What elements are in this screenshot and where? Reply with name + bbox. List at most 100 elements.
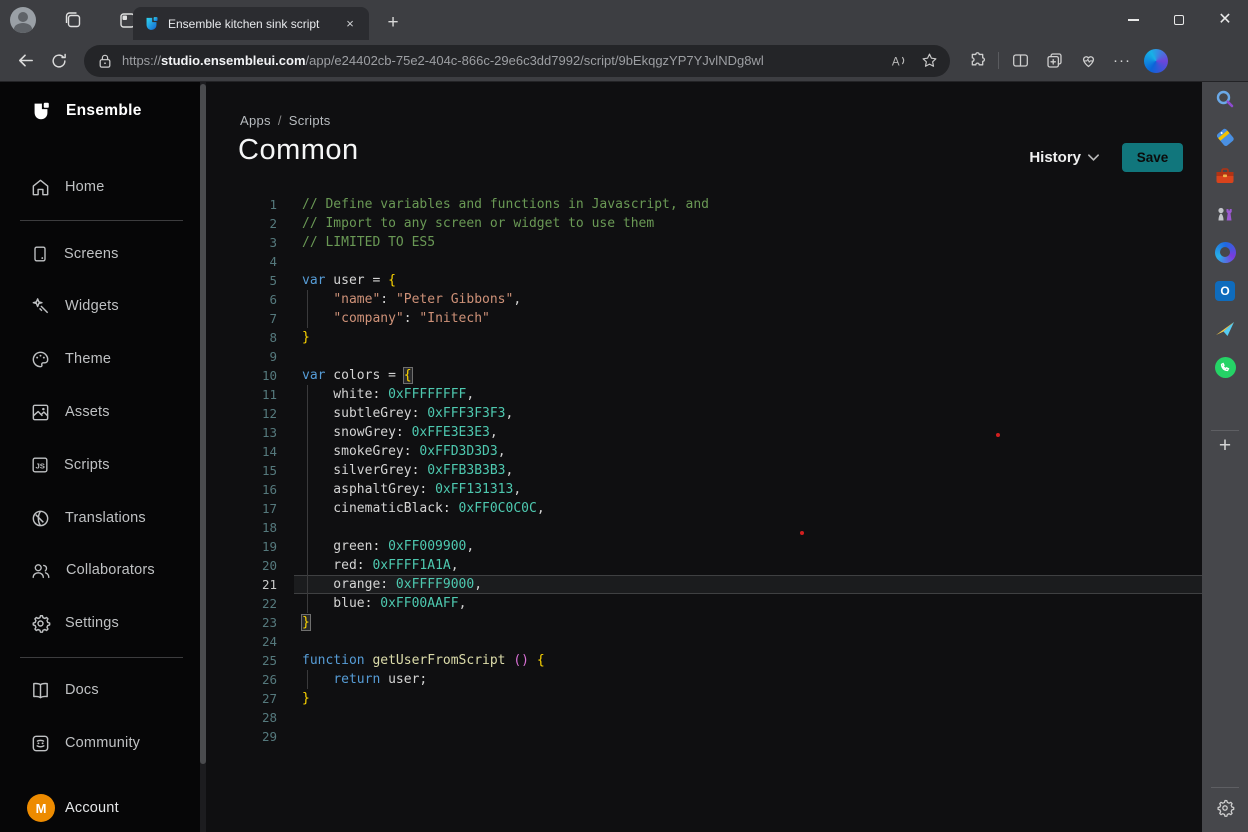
read-aloud-icon[interactable]: A: [884, 47, 914, 75]
code-line[interactable]: 9: [206, 347, 1202, 366]
sidebar-item-community[interactable]: Community: [0, 728, 200, 758]
window-maximize-button[interactable]: [1156, 0, 1202, 40]
copilot-icon[interactable]: [1139, 44, 1173, 78]
code-line-content[interactable]: // Define variables and functions in Jav…: [294, 195, 1202, 214]
sidebar-item-home[interactable]: Home: [0, 172, 200, 202]
sidebar-item-settings[interactable]: Settings: [0, 608, 200, 638]
code-line-content[interactable]: orange: 0xFFFF9000,: [294, 575, 1202, 594]
back-icon[interactable]: [8, 44, 42, 78]
code-line[interactable]: 6 "name": "Peter Gibbons",: [206, 290, 1202, 309]
code-line[interactable]: 23}: [206, 613, 1202, 632]
microsoft-365-icon[interactable]: [1213, 240, 1237, 264]
code-line[interactable]: 1// Define variables and functions in Ja…: [206, 195, 1202, 214]
code-line-content[interactable]: asphaltGrey: 0xFF131313,: [294, 480, 1202, 499]
breadcrumb-apps[interactable]: Apps: [240, 113, 271, 128]
sidebar-item-widgets[interactable]: Widgets: [0, 291, 200, 321]
url-text[interactable]: https://studio.ensembleui.com/app/e24402…: [122, 53, 884, 68]
outlook-icon[interactable]: O: [1213, 279, 1237, 303]
code-line[interactable]: 19 green: 0xFF009900,: [206, 537, 1202, 556]
add-sidebar-item-icon[interactable]: +: [1213, 434, 1237, 458]
workspaces-icon[interactable]: [56, 3, 90, 37]
code-editor[interactable]: 1// Define variables and functions in Ja…: [206, 195, 1202, 746]
split-screen-icon[interactable]: [1003, 44, 1037, 78]
designer-icon[interactable]: [1213, 317, 1237, 341]
code-line-content[interactable]: silverGrey: 0xFFB3B3B3,: [294, 461, 1202, 480]
code-line-content[interactable]: [294, 708, 1202, 727]
code-line-content[interactable]: }: [294, 613, 1202, 632]
code-line-content[interactable]: blue: 0xFF00AAFF,: [294, 594, 1202, 613]
breadcrumb-scripts[interactable]: Scripts: [289, 113, 331, 128]
favorite-star-icon[interactable]: [914, 47, 944, 75]
code-line[interactable]: 10var colors = {: [206, 366, 1202, 385]
code-line[interactable]: 12 subtleGrey: 0xFFF3F3F3,: [206, 404, 1202, 423]
code-line-content[interactable]: [294, 632, 1202, 651]
refresh-icon[interactable]: [42, 44, 76, 78]
new-tab-button[interactable]: +: [380, 10, 406, 36]
code-line[interactable]: 13 snowGrey: 0xFFE3E3E3,: [206, 423, 1202, 442]
code-line[interactable]: 27}: [206, 689, 1202, 708]
code-line[interactable]: 18: [206, 518, 1202, 537]
code-line[interactable]: 22 blue: 0xFF00AAFF,: [206, 594, 1202, 613]
code-line[interactable]: 16 asphaltGrey: 0xFF131313,: [206, 480, 1202, 499]
code-line-content[interactable]: "company": "Initech": [294, 309, 1202, 328]
code-line[interactable]: 11 white: 0xFFFFFFFF,: [206, 385, 1202, 404]
games-icon[interactable]: [1213, 202, 1237, 226]
toolbox-icon[interactable]: [1213, 164, 1237, 188]
extensions-icon[interactable]: [960, 44, 994, 78]
code-line-content[interactable]: cinematicBlack: 0xFF0C0C0C,: [294, 499, 1202, 518]
code-line[interactable]: 3// LIMITED TO ES5: [206, 233, 1202, 252]
code-line-content[interactable]: }: [294, 689, 1202, 708]
code-line[interactable]: 29: [206, 727, 1202, 746]
code-line[interactable]: 4: [206, 252, 1202, 271]
sidebar-item-assets[interactable]: Assets: [0, 397, 200, 427]
sidebar-item-screens[interactable]: Screens: [0, 239, 200, 269]
code-line-content[interactable]: smokeGrey: 0xFFD3D3D3,: [294, 442, 1202, 461]
code-line[interactable]: 7 "company": "Initech": [206, 309, 1202, 328]
code-line[interactable]: 14 smokeGrey: 0xFFD3D3D3,: [206, 442, 1202, 461]
code-line[interactable]: 8}: [206, 328, 1202, 347]
code-line[interactable]: 26 return user;: [206, 670, 1202, 689]
code-line[interactable]: 20 red: 0xFFFF1A1A,: [206, 556, 1202, 575]
code-line[interactable]: 2// Import to any screen or widget to us…: [206, 214, 1202, 233]
sidebar-item-docs[interactable]: Docs: [0, 675, 200, 705]
code-line-content[interactable]: subtleGrey: 0xFFF3F3F3,: [294, 404, 1202, 423]
code-line[interactable]: 21 orange: 0xFFFF9000,: [206, 575, 1202, 594]
save-button[interactable]: Save: [1122, 143, 1183, 172]
tab-close-icon[interactable]: ×: [341, 15, 359, 33]
code-line[interactable]: 25function getUserFromScript () {: [206, 651, 1202, 670]
code-line-content[interactable]: }: [294, 328, 1202, 347]
code-line[interactable]: 17 cinematicBlack: 0xFF0C0C0C,: [206, 499, 1202, 518]
code-line-content[interactable]: green: 0xFF009900,: [294, 537, 1202, 556]
search-icon[interactable]: [1213, 87, 1237, 111]
code-line-content[interactable]: snowGrey: 0xFFE3E3E3,: [294, 423, 1202, 442]
code-line-content[interactable]: // LIMITED TO ES5: [294, 233, 1202, 252]
code-line-content[interactable]: // Import to any screen or widget to use…: [294, 214, 1202, 233]
code-line-content[interactable]: white: 0xFFFFFFFF,: [294, 385, 1202, 404]
code-line[interactable]: 5var user = {: [206, 271, 1202, 290]
code-line-content[interactable]: var colors = {: [294, 366, 1202, 385]
code-line[interactable]: 28: [206, 708, 1202, 727]
shopping-icon[interactable]: [1213, 125, 1237, 149]
sidebar-item-account[interactable]: M Account: [0, 793, 200, 823]
browser-tab[interactable]: Ensemble kitchen sink script ×: [133, 7, 369, 40]
browser-essentials-icon[interactable]: [1071, 44, 1105, 78]
profile-avatar[interactable]: [10, 7, 36, 33]
code-line-content[interactable]: [294, 347, 1202, 366]
code-line-content[interactable]: red: 0xFFFF1A1A,: [294, 556, 1202, 575]
url-bar[interactable]: https://studio.ensembleui.com/app/e24402…: [84, 45, 950, 77]
code-line-content[interactable]: function getUserFromScript () {: [294, 651, 1202, 670]
window-minimize-button[interactable]: [1110, 0, 1156, 40]
window-close-button[interactable]: ✕: [1202, 0, 1248, 40]
more-icon[interactable]: ···: [1105, 44, 1139, 78]
code-line-content[interactable]: "name": "Peter Gibbons",: [294, 290, 1202, 309]
code-line-content[interactable]: [294, 252, 1202, 271]
code-line[interactable]: 15 silverGrey: 0xFFB3B3B3,: [206, 461, 1202, 480]
collections-icon[interactable]: [1037, 44, 1071, 78]
code-line-content[interactable]: [294, 518, 1202, 537]
sidebar-settings-icon[interactable]: [1213, 796, 1237, 820]
code-line-content[interactable]: return user;: [294, 670, 1202, 689]
history-dropdown[interactable]: History: [1029, 149, 1100, 166]
sidebar-item-theme[interactable]: Theme: [0, 344, 200, 374]
sidebar-item-translations[interactable]: Translations: [0, 503, 200, 533]
sidebar-item-scripts[interactable]: JS Scripts: [0, 450, 200, 480]
